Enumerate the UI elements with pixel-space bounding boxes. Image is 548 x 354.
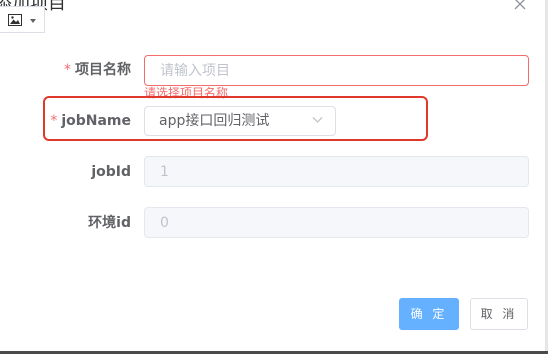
chevron-down-icon bbox=[30, 19, 36, 23]
project-name-label: * 项目名称 bbox=[0, 60, 131, 80]
job-id-input bbox=[144, 156, 529, 187]
job-id-label: jobId bbox=[91, 164, 131, 180]
chevron-down-icon bbox=[312, 117, 323, 123]
project-name-input[interactable] bbox=[144, 55, 529, 86]
project-name-label-text: 项目名称 bbox=[75, 62, 131, 78]
job-name-label-text: jobName bbox=[61, 113, 131, 129]
image-dropdown[interactable] bbox=[0, 6, 45, 33]
required-mark: * bbox=[50, 113, 58, 129]
job-name-select[interactable]: app接口回归测试 bbox=[144, 106, 336, 136]
job-name-label: * jobName bbox=[0, 111, 131, 131]
cancel-button[interactable]: 取 消 bbox=[470, 298, 528, 330]
confirm-button[interactable]: 确 定 bbox=[399, 298, 459, 330]
job-name-selected-value: app接口回归测试 bbox=[159, 113, 270, 129]
close-icon[interactable] bbox=[513, 0, 527, 11]
project-name-error: 请选择项目名称 bbox=[144, 86, 229, 100]
required-mark: * bbox=[64, 62, 71, 78]
image-icon bbox=[8, 14, 22, 26]
env-id-input bbox=[144, 207, 529, 238]
env-id-label: 环境id bbox=[88, 215, 131, 231]
